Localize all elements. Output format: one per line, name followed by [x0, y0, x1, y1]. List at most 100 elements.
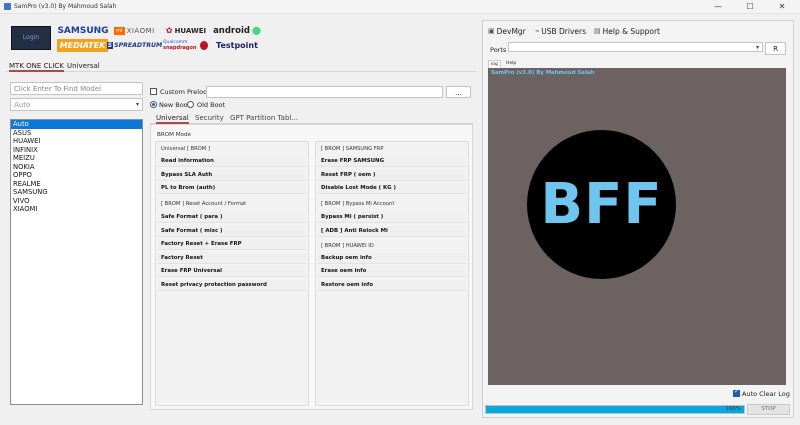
list-item[interactable]: SAMSUNG — [11, 188, 142, 197]
auto-clear-log-checkbox[interactable]: ✓ — [733, 388, 740, 397]
list-item[interactable]: HUAWEI — [11, 137, 142, 146]
login-text: Login — [22, 34, 40, 41]
huawei-logo: ✿ HUAWEI — [165, 26, 207, 35]
list-item[interactable]: VIVO — [11, 197, 142, 206]
new-boot-label: New Boot — [159, 101, 191, 109]
list-item[interactable]: INFINIX — [11, 146, 142, 155]
bypass-sla-auth-button[interactable]: Bypass SLA Auth — [158, 170, 306, 181]
old-boot-radio[interactable] — [187, 101, 194, 108]
disable-lost-mode-button[interactable]: Disable Lost Mode ( KG ) — [318, 183, 466, 194]
maximize-button[interactable]: ☐ — [738, 1, 762, 13]
new-boot-radio[interactable] — [150, 101, 157, 108]
android-robot-icon: ⬤ — [251, 26, 261, 35]
tab-mtk-one-click[interactable]: MTK ONE CLICK — [9, 60, 64, 72]
spreadtrum-icon: S — [106, 42, 114, 49]
backup-oem-info-button[interactable]: Backup oem info — [318, 253, 466, 264]
sub-tab-bar: Universal Security GPT Partition Tabl... — [150, 112, 473, 124]
bypass-mi-persist-button[interactable]: Bypass Mi ( persist ) — [318, 212, 466, 223]
brand-select[interactable]: Auto ▾ — [10, 98, 143, 111]
huawei-petal-icon: ✿ — [165, 26, 173, 35]
window-title: SamPro (v3.0) By Mahmoud Salah — [14, 3, 117, 10]
log-area[interactable]: SamPro (v3.0) By Mahmoud Salah BFF — [488, 68, 786, 385]
usb-icon: ⌁ — [535, 27, 540, 35]
list-item[interactable]: Auto — [11, 120, 142, 129]
read-information-button[interactable]: Read information — [158, 156, 306, 167]
mi-icon: mi — [114, 26, 125, 35]
list-item[interactable]: NOKIA — [11, 163, 142, 172]
devmgr-button[interactable]: ▣ DevMgr — [488, 26, 526, 36]
pl-to-brom-button[interactable]: PL to Brom (auth) — [158, 183, 306, 194]
tab-help[interactable]: Help — [504, 60, 518, 67]
section-header-reset-format: [ BROM ] Reset Account / Format — [161, 201, 247, 207]
usb-drivers-button[interactable]: ⌁ USB Drivers — [535, 26, 586, 36]
anti-relock-mi-button[interactable]: [ ADB ] Anti Relock Mi — [318, 226, 466, 237]
bff-badge-text: BFF — [540, 172, 663, 237]
log-title-line: SamPro (v3.0) By Mahmoud Salah — [491, 70, 595, 76]
list-item[interactable]: REALME — [11, 180, 142, 189]
brom-panel: BROM Mode Universal [ BROM ] Read inform… — [150, 124, 473, 410]
ports-label: Ports — [490, 46, 507, 54]
snapdragon-text: snapdragon — [163, 45, 197, 51]
chevron-down-icon: ▾ — [135, 101, 139, 108]
factory-reset-erase-frp-button[interactable]: Factory Reset + Erase FRP — [158, 239, 306, 250]
refresh-ports-button[interactable]: R — [765, 42, 786, 55]
tab-gpt-partition[interactable]: GPT Partition Tabl... — [230, 112, 298, 124]
tab-security[interactable]: Security — [195, 112, 224, 124]
reset-privacy-password-button[interactable]: Reset privacy protection password — [158, 280, 306, 291]
list-item[interactable]: XIAOMI — [11, 205, 142, 214]
list-item[interactable]: ASUS — [11, 129, 142, 138]
ports-select[interactable]: ▾ — [508, 42, 763, 52]
samsung-logo: SAMSUNG — [57, 25, 109, 36]
check-icon: ✓ — [734, 388, 740, 395]
section-header-samsung-frp: [ BROM ] SAMSUNG FRP — [321, 146, 384, 152]
erase-frp-samsung-button[interactable]: Erase FRP SAMSUNG — [318, 156, 466, 167]
list-item[interactable]: OPPO — [11, 171, 142, 180]
devmgr-label: DevMgr — [496, 26, 526, 36]
progress-fill — [486, 406, 744, 413]
tab-universal[interactable]: Universal — [67, 60, 100, 72]
preloader-browse-button[interactable]: ... — [446, 86, 471, 98]
chevron-down-icon: ▾ — [755, 44, 759, 51]
mediatek-logo: MEDIATEK — [57, 39, 108, 52]
spreadtrum-logo: S SPREADTRUM — [106, 42, 163, 49]
section-header-bypass-mi: [ BROM ] Bypass Mi Account — [321, 201, 395, 207]
testpoint-logo: Testpoint — [216, 41, 258, 50]
device-manager-icon: ▣ — [488, 27, 495, 35]
restore-oem-info-button[interactable]: Restore oem info — [318, 280, 466, 291]
help-support-label: Help & Support — [602, 26, 660, 36]
android-logo: android ⬤ — [213, 25, 261, 36]
xiaomi-logo: mi XIAOMI — [114, 26, 155, 35]
top-tab-bar: MTK ONE CLICK Universal — [6, 60, 476, 72]
title-bar: SamPro (v3.0) By Mahmoud Salah — ☐ ✕ — [0, 0, 800, 14]
section-header-huawei-id: [ BROM ] HUAWEI ID — [321, 243, 374, 249]
tab-log[interactable]: log — [488, 60, 501, 68]
help-support-button[interactable]: ▤ Help & Support — [594, 26, 660, 36]
erase-frp-universal-button[interactable]: Erase FRP Universal — [158, 266, 306, 277]
brand-list[interactable]: Auto ASUS HUAWEI INFINIX MEIZU NOKIA OPP… — [10, 119, 143, 405]
safe-format-para-button[interactable]: Safe Format ( para ) — [158, 212, 306, 223]
old-boot-label: Old Boot — [197, 101, 226, 109]
close-button[interactable]: ✕ — [770, 1, 794, 13]
left-action-column: Universal [ BROM ] Read information Bypa… — [155, 141, 309, 406]
factory-reset-button[interactable]: Factory Reset — [158, 253, 306, 264]
bff-badge: BFF — [527, 130, 676, 279]
snapdragon-icon — [200, 41, 208, 50]
login-logo[interactable]: Login — [11, 26, 51, 50]
log-tab-bar: log Help — [486, 60, 786, 68]
model-search-input[interactable]: Click Enter To Find Model — [10, 82, 143, 95]
brom-mode-title: BROM Mode — [157, 132, 191, 138]
tab-universal-sub[interactable]: Universal — [156, 112, 189, 124]
reset-frp-oem-button[interactable]: Reset FRP ( oem ) — [318, 170, 466, 181]
stop-button[interactable]: STOP — [747, 404, 790, 415]
custom-preloader-checkbox[interactable] — [150, 88, 157, 95]
app-icon — [4, 3, 11, 10]
list-item[interactable]: MEIZU — [11, 154, 142, 163]
right-action-column: [ BROM ] SAMSUNG FRP Erase FRP SAMSUNG R… — [315, 141, 469, 406]
minimize-button[interactable]: — — [706, 1, 730, 13]
erase-oem-info-button[interactable]: Erase oem info — [318, 266, 466, 277]
usb-drivers-label: USB Drivers — [541, 26, 586, 36]
progress-bar: 100% — [485, 405, 745, 414]
safe-format-misc-button[interactable]: Safe Format ( misc ) — [158, 226, 306, 237]
section-header-universal: Universal [ BROM ] — [161, 146, 210, 152]
preloader-path-input[interactable] — [206, 86, 443, 98]
